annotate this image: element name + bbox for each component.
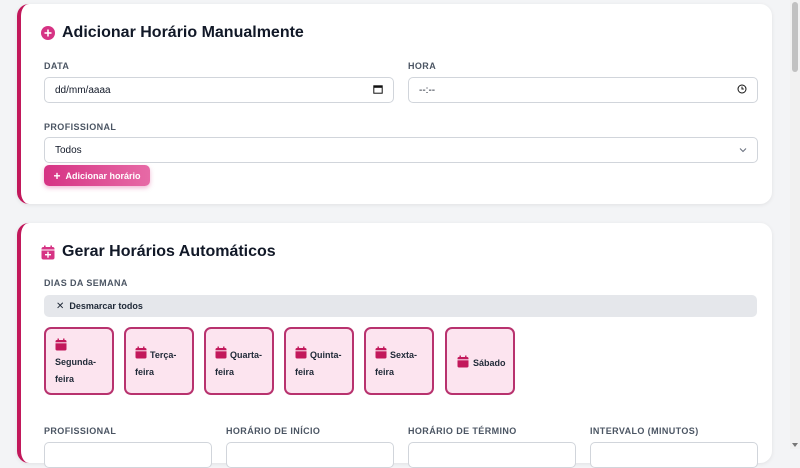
date-placeholder: dd/mm/aaaa	[55, 84, 111, 96]
day-wednesday-label: Quarta-feira	[215, 350, 263, 377]
deselect-all-button[interactable]: ✕ Desmarcar todos	[44, 295, 757, 317]
date-input[interactable]: dd/mm/aaaa	[44, 77, 394, 103]
day-friday-button[interactable]: Sexta-feira	[364, 327, 434, 395]
day-monday-label: Segunda-feira	[55, 357, 97, 384]
day-wednesday-button[interactable]: Quarta-feira	[204, 327, 274, 395]
professional-label: PROFISSIONAL	[44, 122, 117, 132]
time-input[interactable]: --:--	[408, 77, 758, 103]
professional-selected: Todos	[55, 144, 82, 156]
auto-section-title: Gerar Horários Automáticos	[41, 243, 276, 261]
interval-input[interactable]	[590, 442, 758, 468]
start-time-label: HORÁRIO DE INÍCIO	[226, 426, 321, 436]
professional-select[interactable]: Todos	[44, 137, 758, 163]
deselect-all-label: Desmarcar todos	[69, 301, 143, 311]
chevron-down-icon	[739, 145, 747, 156]
time-placeholder: --:--	[419, 84, 436, 96]
day-tuesday-label: Terça-feira	[135, 350, 177, 377]
add-schedule-label: Adicionar horário	[65, 170, 141, 181]
day-friday-label: Sexta-feira	[375, 350, 418, 377]
scroll-down-arrow-icon[interactable]	[792, 443, 798, 447]
manual-section-title: Adicionar Horário Manualmente	[41, 24, 304, 42]
auto-title-text: Gerar Horários Automáticos	[62, 243, 276, 260]
manual-schedule-card: Adicionar Horário Manualmente DATA dd/mm…	[17, 4, 772, 204]
day-monday-button[interactable]: Segunda-feira	[44, 327, 114, 395]
calendar-plus-icon	[41, 245, 55, 260]
page-scrollbar[interactable]	[790, 0, 800, 449]
calendar-icon	[55, 338, 67, 353]
clock-icon[interactable]	[737, 84, 747, 97]
plus-circle-icon	[41, 26, 55, 40]
auto-professional-label: PROFISSIONAL	[44, 426, 117, 436]
end-time-input[interactable]	[408, 442, 576, 468]
calendar-icon[interactable]	[373, 84, 383, 97]
end-time-label: HORÁRIO DE TÉRMINO	[408, 426, 517, 436]
auto-schedule-card: Gerar Horários Automáticos DIAS DA SEMAN…	[17, 223, 772, 468]
weekdays-label: DIAS DA SEMANA	[44, 278, 128, 288]
day-thursday-label: Quinta-feira	[295, 350, 342, 377]
day-thursday-button[interactable]: Quinta-feira	[284, 327, 354, 395]
auto-professional-select[interactable]	[44, 442, 212, 468]
calendar-icon	[457, 355, 469, 370]
day-saturday-label: Sábado	[473, 358, 506, 368]
date-label: DATA	[44, 61, 70, 71]
day-tuesday-button[interactable]: Terça-feira	[124, 327, 194, 395]
day-saturday-button[interactable]: Sábado	[445, 327, 515, 395]
add-schedule-button[interactable]: + Adicionar horário	[44, 165, 150, 186]
time-label: HORA	[408, 61, 437, 71]
close-icon: ✕	[56, 300, 65, 312]
interval-label: INTERVALO (MINUTOS)	[590, 426, 699, 436]
scrollbar-thumb[interactable]	[792, 2, 798, 72]
manual-title-text: Adicionar Horário Manualmente	[62, 24, 304, 41]
start-time-input[interactable]	[226, 442, 394, 468]
plus-icon: +	[53, 168, 61, 183]
